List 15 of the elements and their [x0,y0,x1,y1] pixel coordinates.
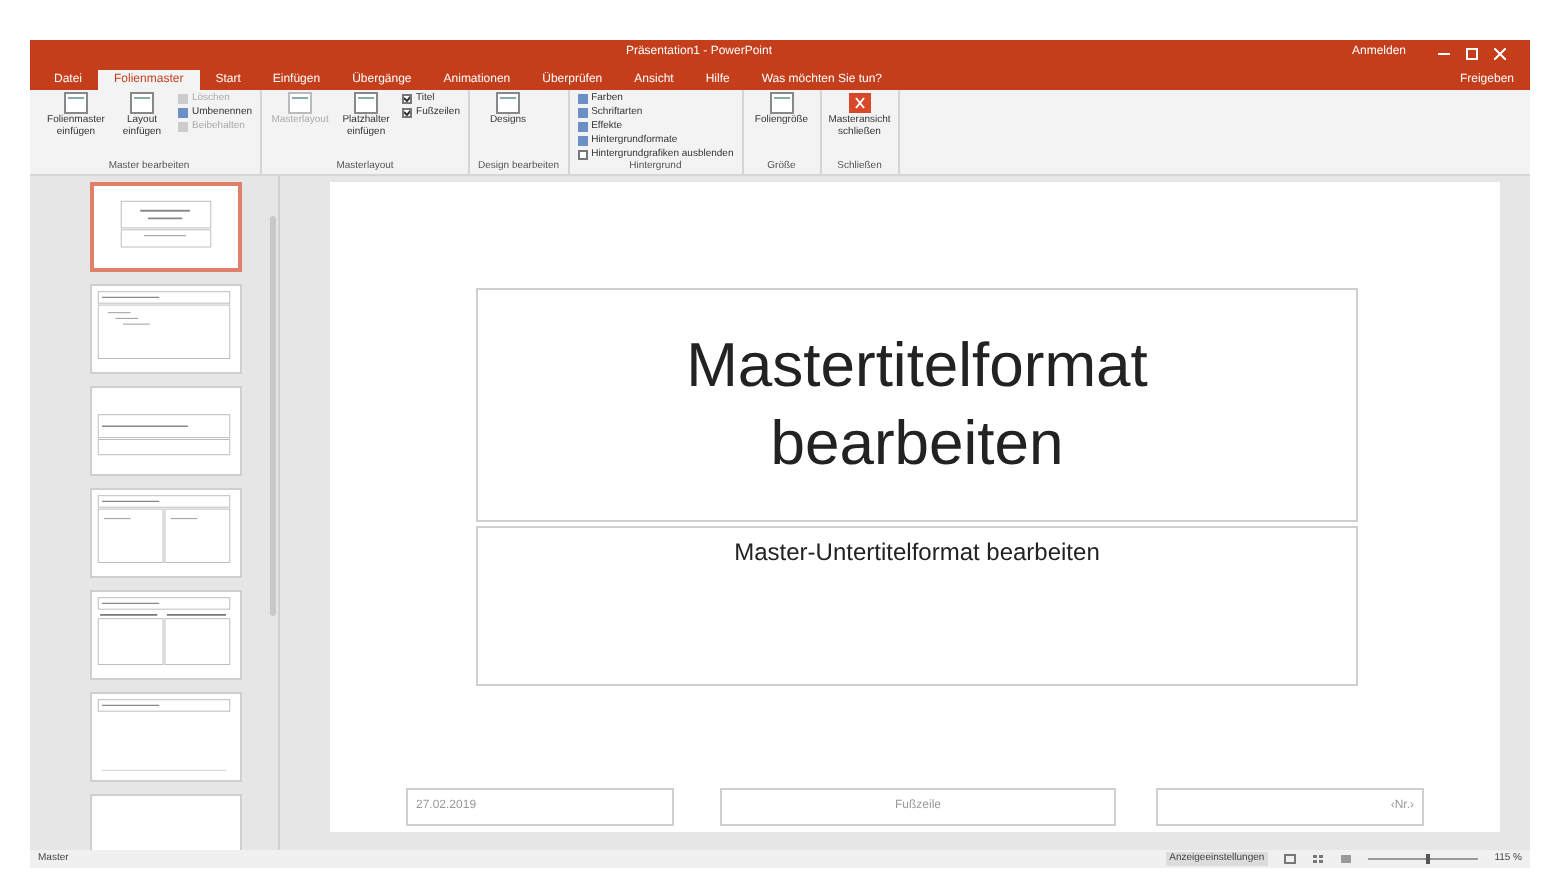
close-icon[interactable] [1494,47,1507,59]
normal-view-icon[interactable] [1284,854,1297,864]
slide-thumbnail[interactable] [90,590,242,680]
zoom-slider-thumb[interactable] [1426,854,1431,864]
minimize-icon[interactable] [1438,47,1451,59]
slide-thumbnail[interactable] [90,488,242,578]
title-placeholder[interactable]: Mastertitelformat bearbeiten [476,288,1358,522]
slide-thumbnail[interactable] [90,182,242,272]
slide-thumbnail[interactable] [90,692,242,782]
sorter-view-icon[interactable] [1312,854,1325,864]
slide-thumbnail[interactable] [90,386,242,476]
slide-thumbnail[interactable] [90,284,242,374]
subtitle-placeholder[interactable]: Master-Untertitelformat bearbeiten [476,526,1358,686]
reading-view-icon[interactable] [1340,854,1353,864]
maximize-icon[interactable] [1466,47,1479,59]
